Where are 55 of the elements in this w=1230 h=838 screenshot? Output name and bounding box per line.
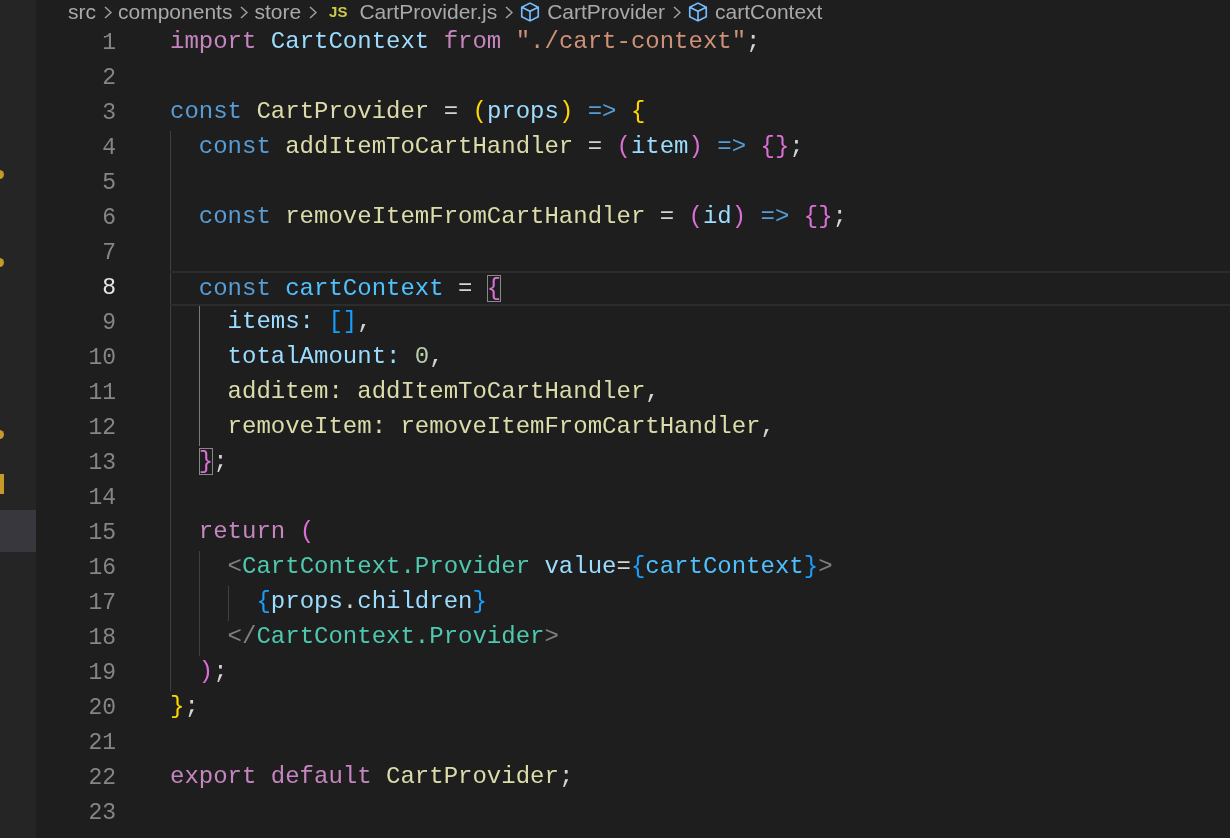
cube-icon	[519, 1, 542, 23]
code-line: totalAmount: 0,	[226, 343, 444, 370]
code-line: <CartContext.Provider value={cartContext}>	[226, 553, 833, 580]
code-line: import CartContext from "./cart-context";	[170, 28, 761, 55]
chevron-icon	[505, 5, 514, 19]
line-number: 1	[102, 29, 116, 58]
code-line: };	[170, 693, 199, 720]
line-number: 10	[88, 344, 116, 373]
file-type-label: JS	[329, 2, 348, 22]
code-line: export default CartProvider;	[170, 763, 574, 790]
breadcrumb-item[interactable]: src	[68, 0, 96, 24]
breadcrumb-item[interactable]: cartContext	[715, 0, 823, 24]
line-number: 7	[102, 239, 116, 268]
code-line: const CartProvider = (props) => {	[170, 98, 646, 125]
code-line: </CartContext.Provider>	[226, 623, 559, 650]
line-number: 14	[88, 484, 116, 513]
line-number: 21	[88, 729, 116, 758]
line-number: 12	[88, 414, 116, 443]
code-line: );	[197, 658, 228, 685]
line-number: 17	[88, 589, 116, 618]
chevron-icon	[673, 5, 682, 19]
code-line: removeItem: removeItemFromCartHandler,	[226, 413, 775, 440]
code-line: return (	[197, 518, 315, 545]
breadcrumb-item[interactable]: components	[118, 0, 233, 24]
line-number: 23	[88, 799, 116, 828]
line-number: 22	[88, 764, 116, 793]
code-line: items: [],	[226, 308, 372, 335]
breadcrumb-item[interactable]: store	[254, 0, 302, 24]
code-line: const addItemToCartHandler = (item) => {};	[197, 133, 804, 160]
code-line: const removeItemFromCartHandler = (id) => {};	[197, 203, 847, 230]
cube-icon	[687, 1, 710, 23]
line-number: 8	[102, 274, 116, 303]
line-number: 2	[102, 64, 116, 93]
breadcrumb-item[interactable]: CartProvider.js	[359, 0, 498, 24]
line-number: 15	[88, 519, 116, 548]
chevron-icon	[104, 5, 112, 19]
line-number: 9	[102, 309, 116, 338]
chevron-icon	[240, 5, 249, 19]
line-number: 4	[102, 134, 116, 163]
code-line: const cartContext = {	[197, 275, 502, 302]
line-number: 19	[88, 659, 116, 688]
line-number: 16	[88, 554, 116, 583]
line-number: 20	[88, 694, 116, 723]
line-number: 11	[88, 379, 116, 408]
chevron-icon	[309, 5, 318, 19]
code-line: {props.children}	[255, 588, 487, 615]
modified-marker-icon	[0, 474, 4, 494]
line-number: 13	[88, 449, 116, 478]
line-number: 18	[88, 624, 116, 653]
code-line: additem: addItemToCartHandler,	[226, 378, 660, 405]
line-number: 3	[102, 99, 116, 128]
breadcrumb-item[interactable]: CartProvider	[547, 0, 666, 24]
line-number: 5	[102, 169, 116, 198]
code-line: };	[197, 448, 228, 475]
line-number: 6	[102, 204, 116, 233]
